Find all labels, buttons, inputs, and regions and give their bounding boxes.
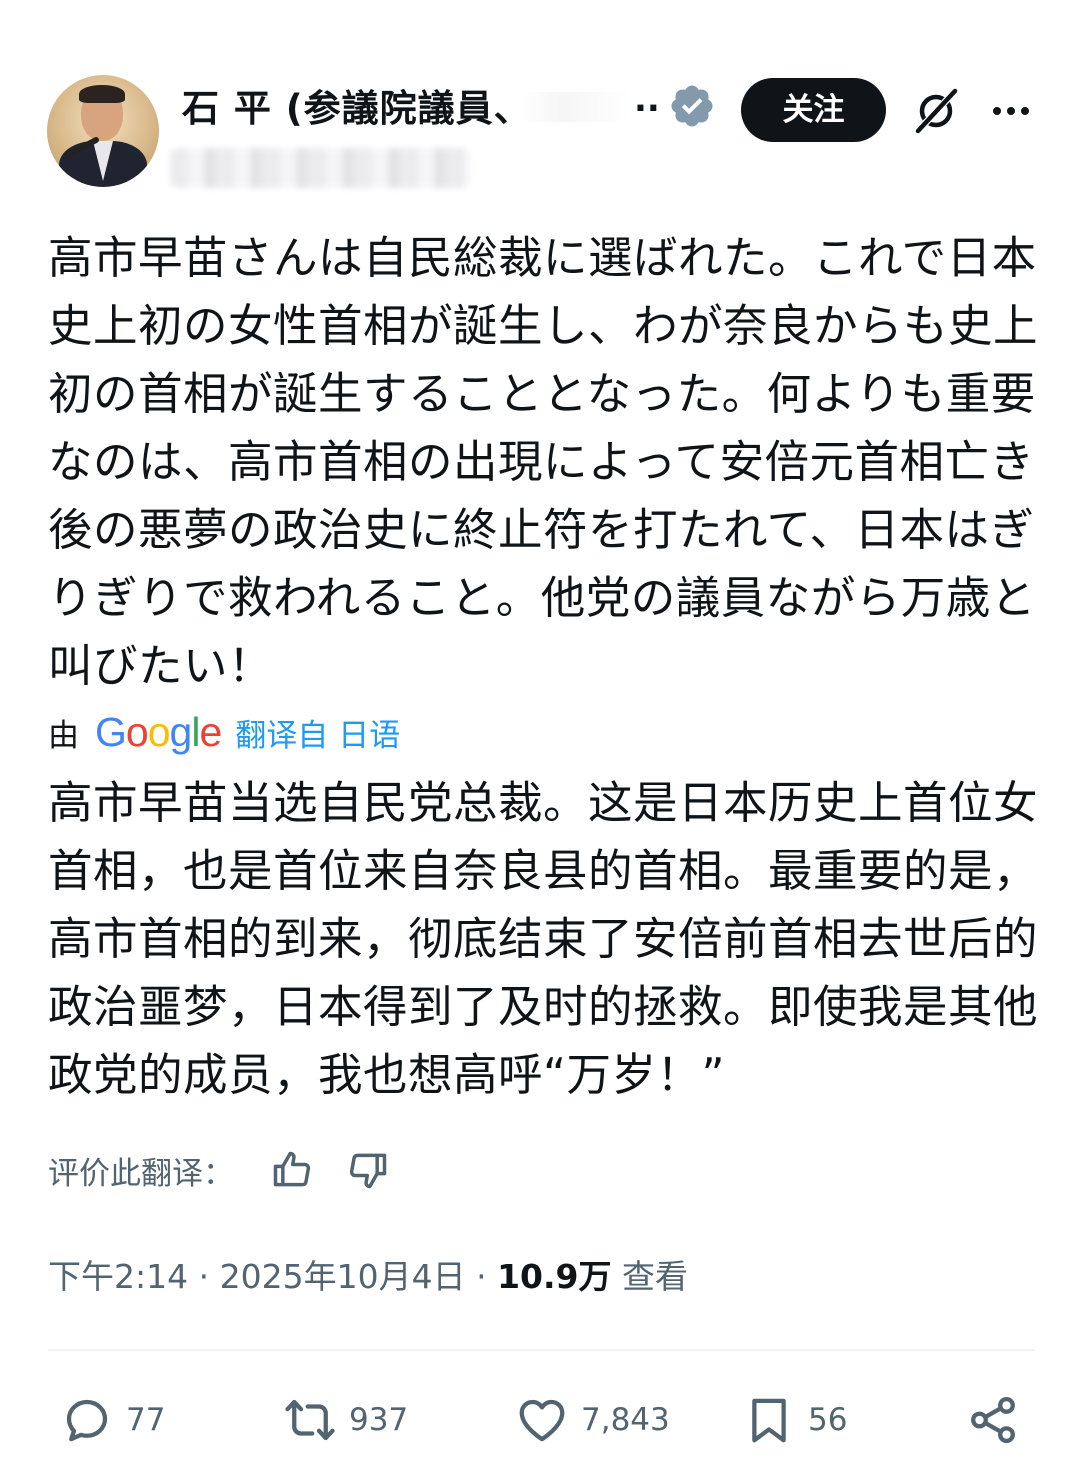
reply-icon — [66, 1399, 108, 1442]
reply-button[interactable]: 77 — [60, 1392, 165, 1448]
share-icon — [971, 1396, 1015, 1444]
meta-separator: · — [188, 1257, 220, 1296]
verified-badge-icon — [671, 85, 713, 127]
handle-redaction — [170, 148, 470, 188]
repost-icon — [285, 1399, 335, 1441]
follow-button[interactable]: 关注 — [741, 78, 886, 142]
bookmark-icon — [752, 1398, 786, 1443]
avatar-hair — [79, 85, 125, 103]
post-date[interactable]: 2025年10月4日 — [220, 1257, 466, 1296]
like-count: 7,843 — [581, 1402, 670, 1438]
thumbs-down-icon[interactable] — [346, 1148, 390, 1192]
post-time[interactable]: 下午2:14 — [48, 1257, 188, 1296]
translation-text: 高市早苗当选自民党总裁。这是日本历史上首位女首相，也是首位来自奈良县的首相。最重… — [48, 778, 1039, 1101]
google-logo: Google — [95, 708, 222, 755]
thumbs-up-icon[interactable] — [270, 1148, 314, 1192]
bookmark-button[interactable]: 56 — [742, 1392, 847, 1448]
reply-count: 77 — [126, 1402, 166, 1438]
name-redaction — [520, 92, 630, 122]
grok-icon[interactable] — [910, 85, 962, 137]
views-label: 查看 — [621, 1257, 688, 1296]
bookmark-count: 56 — [808, 1402, 848, 1438]
name-ellipsis: .. — [634, 80, 660, 120]
meta-separator: · — [465, 1257, 498, 1296]
post-text: 高市早苗さんは自民総裁に選ばれた。これで日本史上初の女性首相が誕生し、わが奈良か… — [48, 233, 1039, 692]
translated-by-prefix: 由 — [48, 717, 79, 754]
translation-attribution: 由 Google 翻译自 日语 — [48, 708, 400, 756]
avatar[interactable] — [47, 75, 159, 187]
repost-count: 937 — [349, 1402, 409, 1438]
views-count: 10.9万 — [497, 1257, 612, 1296]
rate-translation-label: 评价此翻译： — [48, 1155, 234, 1192]
like-button[interactable]: 7,843 — [515, 1392, 670, 1448]
repost-button[interactable]: 937 — [283, 1392, 408, 1448]
divider — [48, 1349, 1035, 1351]
share-button[interactable] — [966, 1392, 1020, 1448]
post-meta: 下午2:14 · 2025年10月4日 · 10.9万 查看 — [48, 1250, 688, 1298]
translated-from-link[interactable]: 翻译自 日语 — [235, 710, 400, 755]
display-name[interactable]: 石 平 (参議院議員、 — [182, 78, 532, 132]
like-icon — [519, 1399, 565, 1442]
more-icon[interactable] — [987, 87, 1035, 135]
post-header: 石 平 (参議院議員、 .. 关注 — [0, 0, 1080, 200]
rate-translation: 评价此翻译： — [48, 1145, 422, 1195]
